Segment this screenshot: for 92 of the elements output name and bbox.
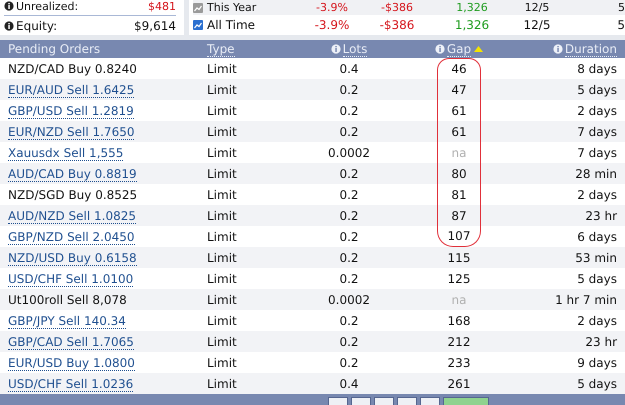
table-cell: 61 — [437, 121, 481, 142]
table-cell: 23 hr — [585, 208, 617, 222]
period-value: -3.9% — [315, 0, 349, 16]
table-cell: Limit — [207, 356, 237, 370]
field-label: Equity: — [16, 18, 58, 32]
table-cell: Limit — [207, 292, 237, 306]
table-cell: 0.0002 — [328, 146, 370, 160]
order-link[interactable]: Xauusdx Sell 1,555 — [8, 146, 124, 160]
table-cell-text: na — [450, 292, 468, 308]
period-value: 5 — [616, 17, 625, 34]
table-cell: Limit — [207, 250, 237, 264]
info-icon — [4, 20, 14, 30]
sort-ascending-icon — [474, 46, 484, 52]
period-value: 5 — [617, 0, 625, 16]
table-cell-text: 168 — [446, 312, 472, 330]
period-value: 1,326 — [455, 0, 489, 16]
field-value: $481 — [148, 0, 176, 16]
period-value: 12/5 — [524, 0, 550, 16]
table-cell: 0.4 — [339, 376, 359, 390]
order-link[interactable]: GBP/JPY Sell 140.34 — [8, 314, 126, 328]
field-label: Unrealized: — [16, 0, 78, 14]
table-cell: 28 min — [575, 166, 617, 180]
table-cell: Limit — [207, 62, 237, 76]
table-cell: 2 days — [577, 104, 617, 118]
table-cell: 47 — [437, 79, 481, 100]
table-cell: 2 days — [577, 188, 617, 202]
table-cell: Limit — [207, 334, 237, 348]
column-header: Pending Orders — [0, 40, 199, 58]
table-cell: 2 days — [577, 314, 617, 328]
order-link[interactable]: GBP/NZD Sell 2.0450 — [8, 230, 135, 244]
table-cell: 0.2 — [339, 124, 359, 138]
table-cell: Limit — [207, 188, 237, 202]
order-text: NZD/SGD Buy 0.8525 — [8, 188, 138, 202]
table-cell: 0.2 — [339, 208, 359, 222]
table-cell: 0.2 — [339, 188, 359, 202]
order-text: NZD/CAD Buy 0.8240 — [8, 62, 137, 76]
info-icon — [552, 44, 563, 54]
table-cell: Limit — [207, 376, 237, 390]
table-cell: 0.2 — [339, 104, 359, 118]
info-icon — [330, 44, 341, 54]
table-cell: 1 hr 7 min — [555, 292, 617, 306]
order-link[interactable]: GBP/USD Sell 1.2819 — [8, 104, 134, 118]
table-cell-text: 261 — [446, 376, 472, 392]
order-link[interactable]: EUR/USD Buy 1.0800 — [8, 356, 135, 370]
table-cell: 0.2 — [339, 166, 359, 180]
table-cell: 7 days — [577, 124, 617, 138]
table-cell: 0.2 — [339, 314, 359, 328]
period-value: 1,326 — [454, 17, 490, 34]
table-cell: 7 days — [577, 146, 617, 160]
order-link[interactable]: USD/CHF Sell 1.0100 — [8, 272, 134, 286]
table-cell: 5 days — [577, 82, 617, 96]
period-value: -3.9% — [314, 17, 350, 34]
table-cell: 0.2 — [339, 356, 359, 370]
table-cell: Limit — [207, 146, 237, 160]
info-icon — [434, 44, 445, 54]
table-cell-text: 115 — [446, 250, 472, 266]
table-cell: 5 days — [577, 376, 617, 390]
table-cell-text: 233 — [446, 354, 472, 372]
table-cell: 0.4 — [339, 62, 359, 76]
table-cell: Limit — [207, 82, 237, 96]
table-cell: 9 days — [577, 356, 617, 370]
period-value: -$386 — [380, 0, 414, 16]
table-cell-text: 212 — [446, 334, 472, 350]
table-cell: 6 days — [577, 230, 617, 244]
field-value: $9,614 — [134, 18, 176, 34]
table-cell: Limit — [207, 314, 237, 328]
chart-icon — [193, 3, 203, 14]
table-cell: Limit — [207, 208, 237, 222]
order-text: Ut100roll Sell 8,078 — [8, 292, 127, 306]
table-cell: Limit — [207, 124, 237, 138]
period-value: -$386 — [378, 17, 416, 34]
table-cell: 0.2 — [339, 82, 359, 96]
table-cell: 23 hr — [585, 334, 617, 348]
period-label: This Year — [207, 0, 258, 16]
table-cell-text: 125 — [446, 270, 472, 288]
table-cell: Limit — [207, 272, 237, 286]
table-cell: 0.2 — [339, 250, 359, 264]
table-cell: 0.2 — [339, 334, 359, 348]
period-label: All Time — [207, 17, 256, 34]
table-cell: 5 days — [577, 272, 617, 286]
period-value: 12/5 — [522, 17, 552, 34]
table-cell: 8 days — [577, 62, 617, 76]
table-cell: Limit — [207, 230, 237, 244]
table-cell: Limit — [207, 166, 237, 180]
table-cell: 87 — [437, 205, 481, 226]
table-cell: 0.2 — [339, 272, 359, 286]
table-cell: 0.0002 — [328, 292, 370, 306]
chart-icon — [193, 20, 203, 30]
table-cell: 53 min — [575, 250, 617, 264]
table-cell: 80 — [437, 163, 481, 184]
table-cell: 0.2 — [339, 230, 359, 244]
table-cell: Limit — [207, 104, 237, 118]
